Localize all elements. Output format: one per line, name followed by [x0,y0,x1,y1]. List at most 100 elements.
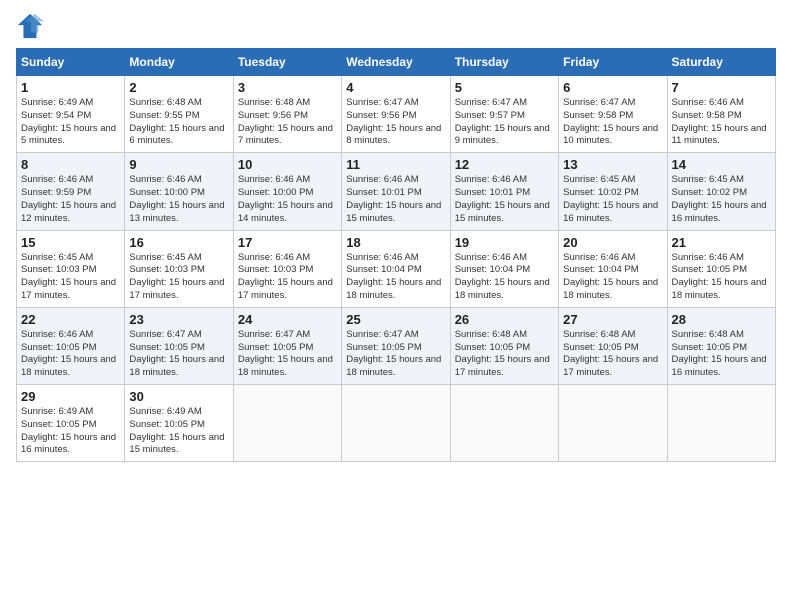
day-info: Sunrise: 6:46 AMSunset: 9:58 PMDaylight:… [672,97,771,148]
day-number: 14 [672,157,771,172]
day-number: 28 [672,312,771,327]
calendar-header-row: SundayMondayTuesdayWednesdayThursdayFrid… [17,49,776,76]
day-number: 6 [563,80,662,95]
day-number: 9 [129,157,228,172]
calendar-day-cell: 23 Sunrise: 6:47 AMSunset: 10:05 PMDaylig… [125,307,233,384]
day-info: Sunrise: 6:45 AMSunset: 10:02 PMDaylight… [563,174,662,225]
day-number: 3 [238,80,337,95]
calendar-day-cell [233,385,341,462]
calendar-week-row: 1 Sunrise: 6:49 AMSunset: 9:54 PMDaylight… [17,76,776,153]
day-info: Sunrise: 6:46 AMSunset: 10:04 PMDaylight… [455,252,554,303]
calendar-body: 1 Sunrise: 6:49 AMSunset: 9:54 PMDaylight… [17,76,776,462]
day-number: 17 [238,235,337,250]
day-number: 8 [21,157,120,172]
day-info: Sunrise: 6:49 AMSunset: 10:05 PMDaylight… [129,406,228,457]
calendar-day-cell [342,385,450,462]
calendar-header-cell: Monday [125,49,233,76]
calendar-day-cell: 19 Sunrise: 6:46 AMSunset: 10:04 PMDaylig… [450,230,558,307]
calendar-day-cell: 27 Sunrise: 6:48 AMSunset: 10:05 PMDaylig… [559,307,667,384]
day-number: 21 [672,235,771,250]
day-info: Sunrise: 6:45 AMSunset: 10:03 PMDaylight… [129,252,228,303]
day-number: 20 [563,235,662,250]
day-number: 22 [21,312,120,327]
calendar-day-cell [559,385,667,462]
day-info: Sunrise: 6:47 AMSunset: 10:05 PMDaylight… [238,329,337,380]
day-info: Sunrise: 6:46 AMSunset: 10:05 PMDaylight… [21,329,120,380]
calendar-day-cell: 7 Sunrise: 6:46 AMSunset: 9:58 PMDaylight… [667,76,775,153]
calendar-week-row: 29 Sunrise: 6:49 AMSunset: 10:05 PMDaylig… [17,385,776,462]
logo [16,16,48,40]
calendar-day-cell: 24 Sunrise: 6:47 AMSunset: 10:05 PMDaylig… [233,307,341,384]
day-number: 12 [455,157,554,172]
calendar-day-cell: 20 Sunrise: 6:46 AMSunset: 10:04 PMDaylig… [559,230,667,307]
calendar-day-cell: 26 Sunrise: 6:48 AMSunset: 10:05 PMDaylig… [450,307,558,384]
day-number: 29 [21,389,120,404]
day-info: Sunrise: 6:49 AMSunset: 9:54 PMDaylight:… [21,97,120,148]
calendar-day-cell: 6 Sunrise: 6:47 AMSunset: 9:58 PMDaylight… [559,76,667,153]
calendar-day-cell: 2Sunrise: 6:48 AMSunset: 9:55 PMDaylight… [125,76,233,153]
day-info: Sunrise: 6:45 AMSunset: 10:03 PMDaylight… [21,252,120,303]
day-info: Sunrise: 6:47 AMSunset: 9:58 PMDaylight:… [563,97,662,148]
calendar-day-cell: 14Sunrise: 6:45 AMSunset: 10:02 PMDaylig… [667,153,775,230]
calendar-week-row: 15 Sunrise: 6:45 AMSunset: 10:03 PMDaylig… [17,230,776,307]
day-number: 1 [21,80,120,95]
calendar-day-cell: 15 Sunrise: 6:45 AMSunset: 10:03 PMDaylig… [17,230,125,307]
day-number: 30 [129,389,228,404]
day-number: 7 [672,80,771,95]
day-info: Sunrise: 6:47 AMSunset: 9:57 PMDaylight:… [455,97,554,148]
calendar-week-row: 22 Sunrise: 6:46 AMSunset: 10:05 PMDaylig… [17,307,776,384]
calendar-day-cell: 18 Sunrise: 6:46 AMSunset: 10:04 PMDaylig… [342,230,450,307]
day-number: 24 [238,312,337,327]
day-number: 18 [346,235,445,250]
calendar-day-cell [667,385,775,462]
day-number: 19 [455,235,554,250]
calendar-day-cell: 11Sunrise: 6:46 AMSunset: 10:01 PMDaylig… [342,153,450,230]
day-info: Sunrise: 6:46 AMSunset: 10:00 PMDaylight… [129,174,228,225]
calendar: SundayMondayTuesdayWednesdayThursdayFrid… [16,48,776,462]
logo-icon [16,12,44,40]
day-number: 10 [238,157,337,172]
calendar-header-cell: Saturday [667,49,775,76]
calendar-day-cell: 12 Sunrise: 6:46 AMSunset: 10:01 PMDaylig… [450,153,558,230]
calendar-day-cell [450,385,558,462]
calendar-day-cell: 16Sunrise: 6:45 AMSunset: 10:03 PMDaylig… [125,230,233,307]
day-number: 27 [563,312,662,327]
calendar-header-cell: Wednesday [342,49,450,76]
day-info: Sunrise: 6:46 AMSunset: 10:05 PMDaylight… [672,252,771,303]
calendar-header-cell: Friday [559,49,667,76]
calendar-day-cell: 9 Sunrise: 6:46 AMSunset: 10:00 PMDayligh… [125,153,233,230]
day-info: Sunrise: 6:46 AMSunset: 10:00 PMDaylight… [238,174,337,225]
day-info: Sunrise: 6:48 AMSunset: 10:05 PMDaylight… [455,329,554,380]
calendar-day-cell: 30 Sunrise: 6:49 AMSunset: 10:05 PMDaylig… [125,385,233,462]
calendar-header-cell: Sunday [17,49,125,76]
calendar-day-cell: 4Sunrise: 6:47 AMSunset: 9:56 PMDaylight… [342,76,450,153]
header [16,16,776,40]
calendar-day-cell: 3 Sunrise: 6:48 AMSunset: 9:56 PMDaylight… [233,76,341,153]
calendar-day-cell: 28 Sunrise: 6:48 AMSunset: 10:05 PMDaylig… [667,307,775,384]
calendar-day-cell: 29Sunrise: 6:49 AMSunset: 10:05 PMDaylig… [17,385,125,462]
day-info: Sunrise: 6:46 AMSunset: 9:59 PMDaylight:… [21,174,120,225]
day-info: Sunrise: 6:46 AMSunset: 10:03 PMDaylight… [238,252,337,303]
calendar-day-cell: 17 Sunrise: 6:46 AMSunset: 10:03 PMDaylig… [233,230,341,307]
calendar-day-cell: 5Sunrise: 6:47 AMSunset: 9:57 PMDaylight… [450,76,558,153]
day-number: 26 [455,312,554,327]
day-number: 13 [563,157,662,172]
day-info: Sunrise: 6:47 AMSunset: 10:05 PMDaylight… [129,329,228,380]
calendar-day-cell: 21 Sunrise: 6:46 AMSunset: 10:05 PMDaylig… [667,230,775,307]
day-number: 23 [129,312,228,327]
calendar-day-cell: 8 Sunrise: 6:46 AMSunset: 9:59 PMDaylight… [17,153,125,230]
day-info: Sunrise: 6:46 AMSunset: 10:01 PMDaylight… [455,174,554,225]
calendar-day-cell: 25Sunrise: 6:47 AMSunset: 10:05 PMDaylig… [342,307,450,384]
calendar-header-cell: Tuesday [233,49,341,76]
calendar-header-cell: Thursday [450,49,558,76]
day-number: 4 [346,80,445,95]
calendar-day-cell: 1 Sunrise: 6:49 AMSunset: 9:54 PMDaylight… [17,76,125,153]
day-info: Sunrise: 6:48 AMSunset: 10:05 PMDaylight… [563,329,662,380]
day-info: Sunrise: 6:46 AMSunset: 10:01 PMDaylight… [346,174,445,225]
day-number: 15 [21,235,120,250]
day-info: Sunrise: 6:48 AMSunset: 9:56 PMDaylight:… [238,97,337,148]
day-info: Sunrise: 6:46 AMSunset: 10:04 PMDaylight… [346,252,445,303]
day-info: Sunrise: 6:48 AMSunset: 10:05 PMDaylight… [672,329,771,380]
calendar-week-row: 8 Sunrise: 6:46 AMSunset: 9:59 PMDaylight… [17,153,776,230]
day-info: Sunrise: 6:46 AMSunset: 10:04 PMDaylight… [563,252,662,303]
